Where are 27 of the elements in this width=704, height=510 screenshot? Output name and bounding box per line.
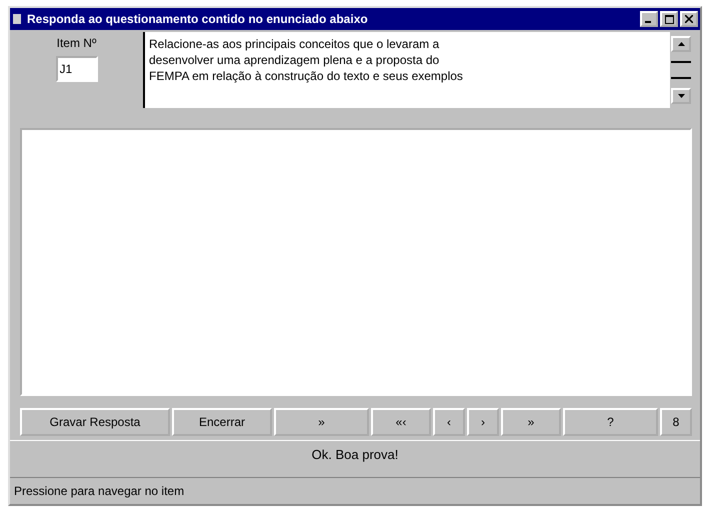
window-title: Responda ao questionamento contido no enunciado abaixo [27, 12, 369, 26]
maximize-button[interactable] [660, 11, 678, 27]
minimize-button[interactable] [640, 11, 658, 27]
status-bar: Pressione para navegar no item [10, 477, 700, 504]
maximize-icon [664, 14, 674, 24]
toolbar-button[interactable]: » [501, 408, 561, 436]
toolbar-button[interactable]: › [467, 408, 499, 436]
question-text-line: Relacione-as aos principais conceitos que o levaram a [149, 36, 440, 52]
answer-field[interactable] [20, 128, 692, 396]
app-icon [12, 13, 22, 25]
close-button[interactable] [680, 11, 698, 27]
toolbar-button[interactable]: ‹ [433, 408, 465, 436]
question-text-line: FEMPA em relação à construção do texto e seus exemplos [149, 68, 464, 84]
toolbar-button[interactable]: Encerrar [172, 408, 272, 436]
toolbar-button[interactable]: 8 [660, 408, 692, 436]
toolbar-button[interactable]: » [274, 408, 369, 436]
toolbar-button[interactable]: ? [563, 408, 658, 436]
close-icon [685, 15, 693, 23]
toolbar-button[interactable]: «‹ [371, 408, 431, 436]
status-message: Ok. Boa prova! [10, 440, 700, 468]
scroll-down-icon[interactable] [671, 88, 691, 104]
item-number-field[interactable]: J1 [56, 56, 98, 82]
toolbar-button[interactable]: Gravar Resposta [20, 408, 170, 436]
scroll-thumb[interactable] [671, 61, 691, 79]
question-text-line: desenvolver uma aprendizagem plena e a proposta do [149, 52, 440, 68]
item-label: Item Nº [56, 36, 96, 50]
scroll-up-icon[interactable] [671, 36, 691, 52]
